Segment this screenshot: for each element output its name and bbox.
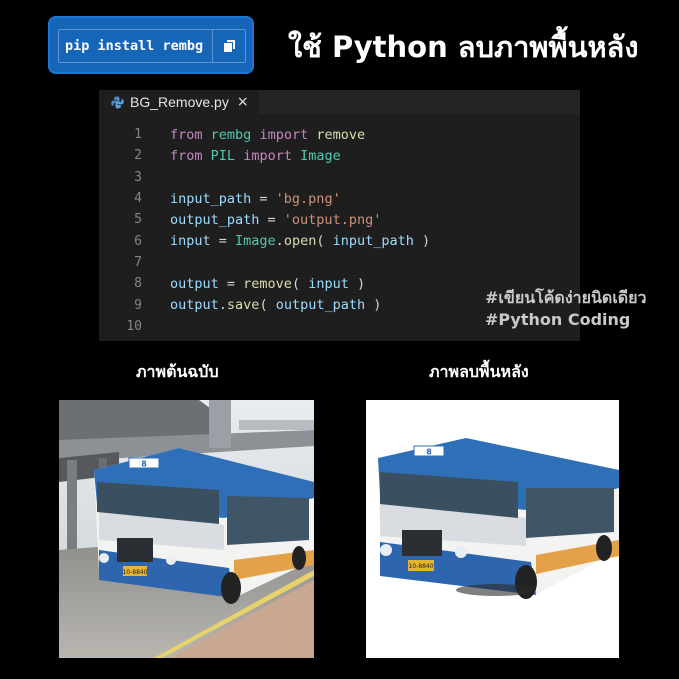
editor-tab[interactable]: BG_Remove.py × <box>99 90 259 114</box>
page-title: ใช้ Python ลบภาพพื้นหลัง <box>288 30 639 64</box>
code-token: input <box>308 275 349 292</box>
hashtags: #เขียนโค้ดง่ายนิดเดียว #Python Coding <box>485 287 647 331</box>
copy-icon <box>222 39 236 53</box>
line-number: 9 <box>134 297 142 313</box>
code-line-7: 7 <box>99 252 580 273</box>
code-token: output <box>170 275 219 292</box>
code-token: = <box>251 190 276 207</box>
install-command-box: pip install rembg <box>48 16 254 74</box>
code-token: import <box>243 147 292 164</box>
code-token: . <box>275 233 284 250</box>
python-file-icon <box>111 96 124 108</box>
hashtag: #เขียนโค้ดง่ายนิดเดียว <box>485 288 647 307</box>
code-token: = <box>210 233 236 250</box>
code-token: output <box>170 297 219 314</box>
code-token: import <box>259 126 309 143</box>
code-line-3: 3 <box>99 167 580 188</box>
code-token: ( <box>291 275 309 292</box>
code-line-1: 1 from rembg import remove <box>99 124 580 145</box>
code-token: input_path <box>170 190 252 207</box>
bus-route-number: 8 <box>141 460 147 469</box>
code-token: ( <box>259 297 276 314</box>
tab-filename: BG_Remove.py <box>130 94 229 110</box>
line-number: 2 <box>134 148 142 164</box>
code-token: rembg <box>210 126 252 143</box>
install-command-field: pip install rembg <box>58 29 246 63</box>
bus-plate: 10-8840 <box>408 563 433 570</box>
code-token: from <box>170 147 203 164</box>
caption-removed: ภาพลบพื้นหลัง <box>429 362 529 381</box>
code-token: output_path <box>275 297 366 314</box>
code-token: = <box>218 275 244 292</box>
original-photo: 8 10-8840 <box>59 400 314 658</box>
caption-original: ภาพต้นฉบับ <box>136 362 219 381</box>
line-number: 10 <box>126 318 142 334</box>
code-token: ) <box>365 297 382 314</box>
code-token: ) <box>348 275 366 292</box>
code-token: input_path <box>332 233 414 250</box>
code-line-6: 6 input = Image.open( input_path ) <box>99 230 580 251</box>
code-line-5: 5 output_path = 'output.png' <box>99 209 580 230</box>
code-token: Image <box>235 233 276 250</box>
code-token: remove <box>316 126 366 143</box>
code-token: . <box>218 297 227 314</box>
line-number: 5 <box>134 212 142 228</box>
code-token: save <box>226 297 260 314</box>
line-number: 8 <box>134 276 142 292</box>
install-command-text: pip install rembg <box>65 38 204 54</box>
bus-plate: 10-8840 <box>122 569 147 576</box>
line-number: 3 <box>134 169 142 185</box>
code-line-2: 2 from PIL import Image <box>99 145 580 166</box>
code-token: 'output.png' <box>283 211 382 228</box>
hashtag: #Python Coding <box>485 310 631 329</box>
code-token: from <box>170 126 203 143</box>
code-token: ( <box>316 233 333 250</box>
bus-route-number: 8 <box>426 448 432 457</box>
line-number: 6 <box>134 233 142 249</box>
code-token: remove <box>243 275 292 292</box>
code-token: 'bg.png' <box>275 190 341 207</box>
line-number: 7 <box>134 254 142 270</box>
code-token: ) <box>413 233 431 250</box>
code-line-4: 4 input_path = 'bg.png' <box>99 188 580 209</box>
code-token: Image <box>300 147 341 164</box>
removed-background-photo: 8 10-8840 <box>366 400 619 658</box>
copy-button[interactable] <box>212 30 245 62</box>
code-token: input <box>170 233 211 250</box>
code-token: output_path <box>170 211 260 228</box>
code-token: open <box>283 233 317 250</box>
tab-close-button[interactable]: × <box>237 94 249 110</box>
code-token: = <box>259 211 284 228</box>
code-token: PIL <box>210 147 236 164</box>
line-number: 1 <box>134 127 142 143</box>
editor-tab-bar: BG_Remove.py × <box>99 90 580 114</box>
line-number: 4 <box>134 191 142 207</box>
